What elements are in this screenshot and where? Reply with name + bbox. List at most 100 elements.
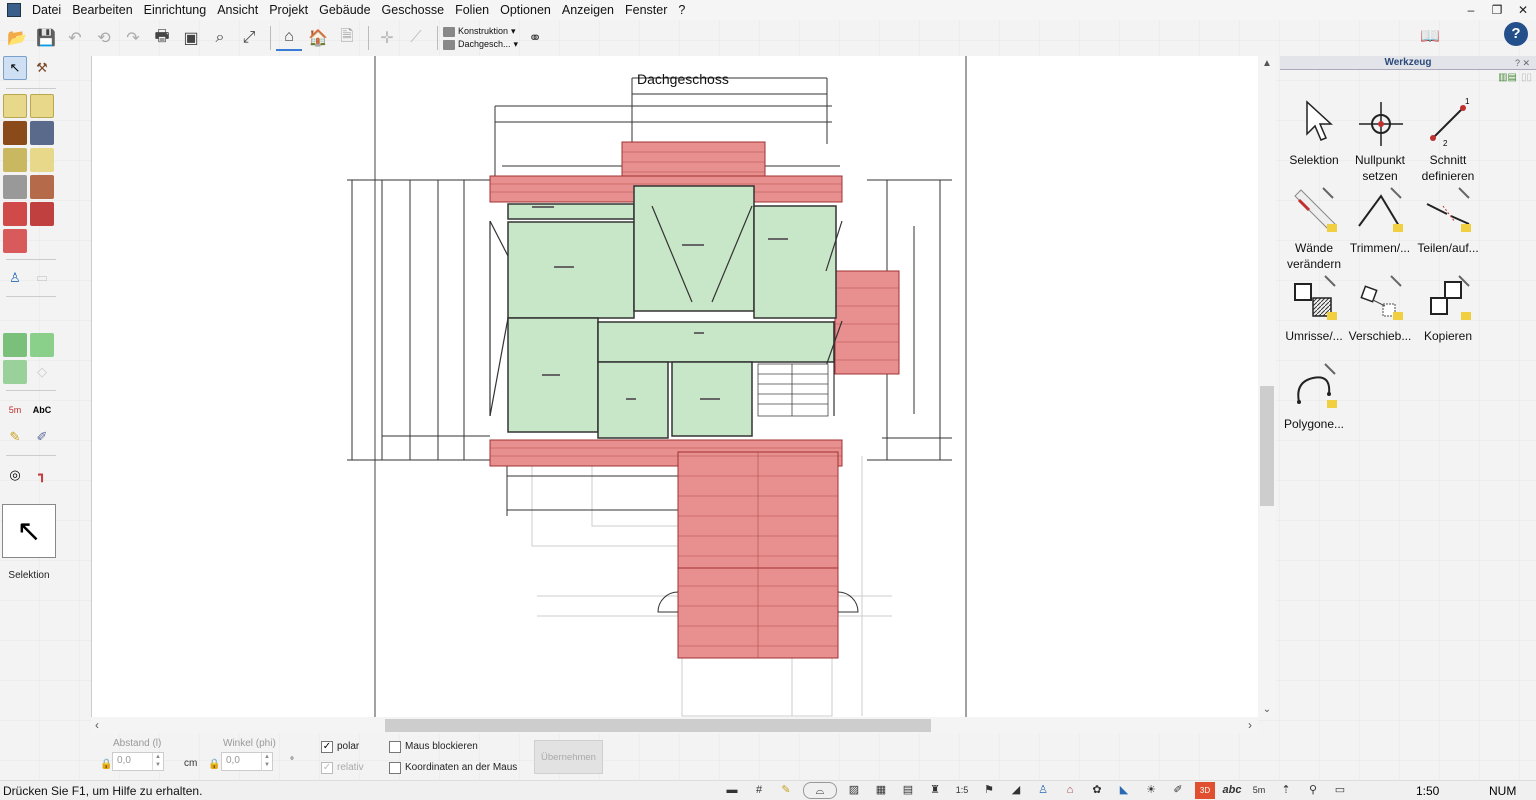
measure-icon[interactable]: ⟋ — [403, 25, 429, 51]
save-icon[interactable]: 💾 — [33, 25, 59, 51]
selection-arrow-icon[interactable]: ↖ — [3, 56, 27, 80]
menu-fenster[interactable]: Fenster — [620, 0, 673, 20]
app-icon[interactable] — [7, 3, 21, 17]
help-icon[interactable]: ? — [1504, 22, 1528, 46]
maus-blockieren-checkbox[interactable] — [389, 741, 401, 753]
polar-checkbox[interactable]: ✓ — [321, 741, 333, 753]
abstand-stepper[interactable]: ▲ ▼ — [152, 753, 163, 770]
furniture-chair-icon[interactable]: ♙ — [3, 266, 27, 290]
vertical-scroll-thumb[interactable] — [1260, 386, 1274, 506]
edit-tools-icon[interactable]: ⚒ — [30, 56, 54, 80]
close-icon[interactable]: ✕ — [1510, 0, 1536, 20]
horizontal-scroll-thumb[interactable] — [385, 719, 931, 732]
menu-optionen[interactable]: Optionen — [495, 0, 557, 20]
menu-folien[interactable]: Folien — [450, 0, 495, 20]
winkel-stepper[interactable]: ▲ ▼ — [261, 753, 272, 770]
document-icon[interactable]: 🗎 — [334, 25, 360, 51]
plant-icon[interactable]: ✿ — [1087, 782, 1107, 799]
chair-icon[interactable]: ♜ — [925, 782, 945, 799]
minimize-icon[interactable]: – — [1458, 0, 1484, 20]
crosshair-move-icon[interactable]: ✛ — [374, 25, 400, 51]
person-icon[interactable]: ♙ — [1033, 782, 1053, 799]
dimension-toggle-icon[interactable]: 1:5 — [952, 782, 972, 799]
panel-pin-icon[interactable]: ? ✕ — [1515, 56, 1530, 70]
menu-help[interactable]: ? — [673, 0, 691, 20]
menu-projekt[interactable]: Projekt — [264, 0, 314, 20]
catalog-book-icon[interactable]: 📖 — [1420, 26, 1444, 46]
door-toggle-icon[interactable]: ◢ — [1006, 782, 1026, 799]
2d-view-icon[interactable]: ⌂ — [276, 25, 302, 51]
zoom-all-icon[interactable]: ⤢ — [236, 25, 262, 51]
layer-icon[interactable]: ⌓ — [803, 782, 837, 799]
north-arrow-icon[interactable]: ⇡ — [1276, 782, 1296, 799]
pen-icon[interactable]: ✐ — [30, 425, 54, 449]
roof-toggle-icon[interactable]: ⌂ — [1060, 782, 1080, 799]
dormer-icon[interactable] — [3, 229, 27, 253]
grid-icon[interactable]: # — [749, 782, 769, 799]
undo-list-icon[interactable]: ⟲ — [91, 25, 117, 51]
scroll-down-icon[interactable]: ⌄ — [1258, 704, 1276, 715]
lock-icon[interactable]: 🔒 — [208, 759, 220, 770]
tool-umrisse[interactable]: Umrisse/... — [1280, 274, 1348, 344]
roof-window-icon[interactable] — [30, 202, 54, 226]
terrain-edit-icon[interactable] — [30, 333, 54, 357]
drawing-canvas[interactable]: Dachgeschoss — [91, 56, 1258, 717]
camera-icon[interactable]: ⚲ — [1303, 782, 1323, 799]
menu-gebaeude[interactable]: Gebäude — [314, 0, 376, 20]
open-folder-icon[interactable]: 📂 — [4, 25, 30, 51]
koordinaten-checkbox[interactable] — [389, 762, 401, 774]
hatch-icon[interactable]: ▨ — [844, 782, 864, 799]
tool-teilen[interactable]: Teilen/auf... — [1414, 186, 1482, 256]
door-icon[interactable] — [3, 121, 27, 145]
winkel-input[interactable]: 0,0 ▲ ▼ — [221, 752, 273, 771]
menu-anzeigen[interactable]: Anzeigen — [557, 0, 620, 20]
shoe-icon[interactable]: ◣ — [1114, 782, 1134, 799]
terrain-icon[interactable] — [3, 333, 27, 357]
beam-icon[interactable] — [3, 175, 27, 199]
tool-nullpunkt[interactable]: Nullpunkt setzen — [1346, 98, 1414, 184]
menu-ansicht[interactable]: Ansicht — [212, 0, 264, 20]
roof-icon[interactable] — [3, 202, 27, 226]
binoculars-icon[interactable]: ⚭ — [522, 25, 548, 51]
redo-icon[interactable]: ↷ — [120, 25, 146, 51]
tool-trimmen[interactable]: Trimmen/... — [1346, 186, 1414, 256]
area-icon[interactable] — [3, 360, 27, 384]
light-icon[interactable]: ☀ — [1141, 782, 1161, 799]
abstand-input[interactable]: 0,0 ▲ ▼ — [112, 752, 164, 771]
menu-datei[interactable]: Datei — [27, 0, 67, 20]
layout-icon[interactable]: ▭ — [1330, 782, 1350, 799]
measure-toggle-icon[interactable]: 5m — [1249, 782, 1269, 799]
tool-schnitt[interactable]: 12 Schnitt definieren — [1414, 97, 1482, 184]
tree-view-icon[interactable]: ▥▤ — [1498, 72, 1517, 83]
wall-icon[interactable] — [3, 94, 27, 118]
texture-icon[interactable]: ▤ — [898, 782, 918, 799]
tool-kopieren[interactable]: Kopieren — [1414, 274, 1482, 344]
window-icon[interactable] — [30, 121, 54, 145]
zoom-window-icon[interactable]: ⌕ — [207, 25, 233, 51]
restore-icon[interactable]: ❐ — [1484, 0, 1510, 20]
relativ-checkbox[interactable]: ✓ — [321, 762, 333, 774]
print-icon[interactable]: 🖶 — [149, 25, 175, 51]
tool-verschieben[interactable]: Verschieb... — [1346, 274, 1414, 344]
pencil-icon[interactable]: ✎ — [3, 425, 27, 449]
area-disabled-icon[interactable]: ◇ — [30, 360, 54, 384]
tool-polygone[interactable]: Polygone... — [1280, 362, 1348, 432]
dimension-icon[interactable]: 5m — [3, 398, 27, 422]
paint-icon[interactable]: ✐ — [1168, 782, 1188, 799]
3d-house-icon[interactable]: 🏠 — [305, 25, 331, 51]
pipes-icon[interactable]: ┓ — [30, 463, 54, 487]
horizontal-scrollbar[interactable]: ‹ › — [91, 717, 1258, 734]
text-icon[interactable]: AbC — [30, 398, 54, 422]
menu-einrichtung[interactable]: Einrichtung — [139, 0, 213, 20]
object-icon[interactable]: ▭ — [30, 266, 54, 290]
column-icon[interactable] — [30, 175, 54, 199]
menu-geschosse[interactable]: Geschosse — [377, 0, 451, 20]
3d-toggle-icon[interactable]: 3D — [1195, 782, 1215, 799]
construction-dropdown[interactable]: Konstruktion ▾ — [443, 25, 518, 38]
fill-icon[interactable]: ▦ — [871, 782, 891, 799]
scroll-left-icon[interactable]: ‹ — [95, 717, 99, 734]
materials-icon[interactable]: ◎ — [3, 463, 27, 487]
tool-selektion[interactable]: Selektion — [1280, 98, 1348, 168]
floor-dropdown[interactable]: Dachgesch... ▾ — [443, 38, 518, 51]
menu-bearbeiten[interactable]: Bearbeiten — [67, 0, 138, 20]
